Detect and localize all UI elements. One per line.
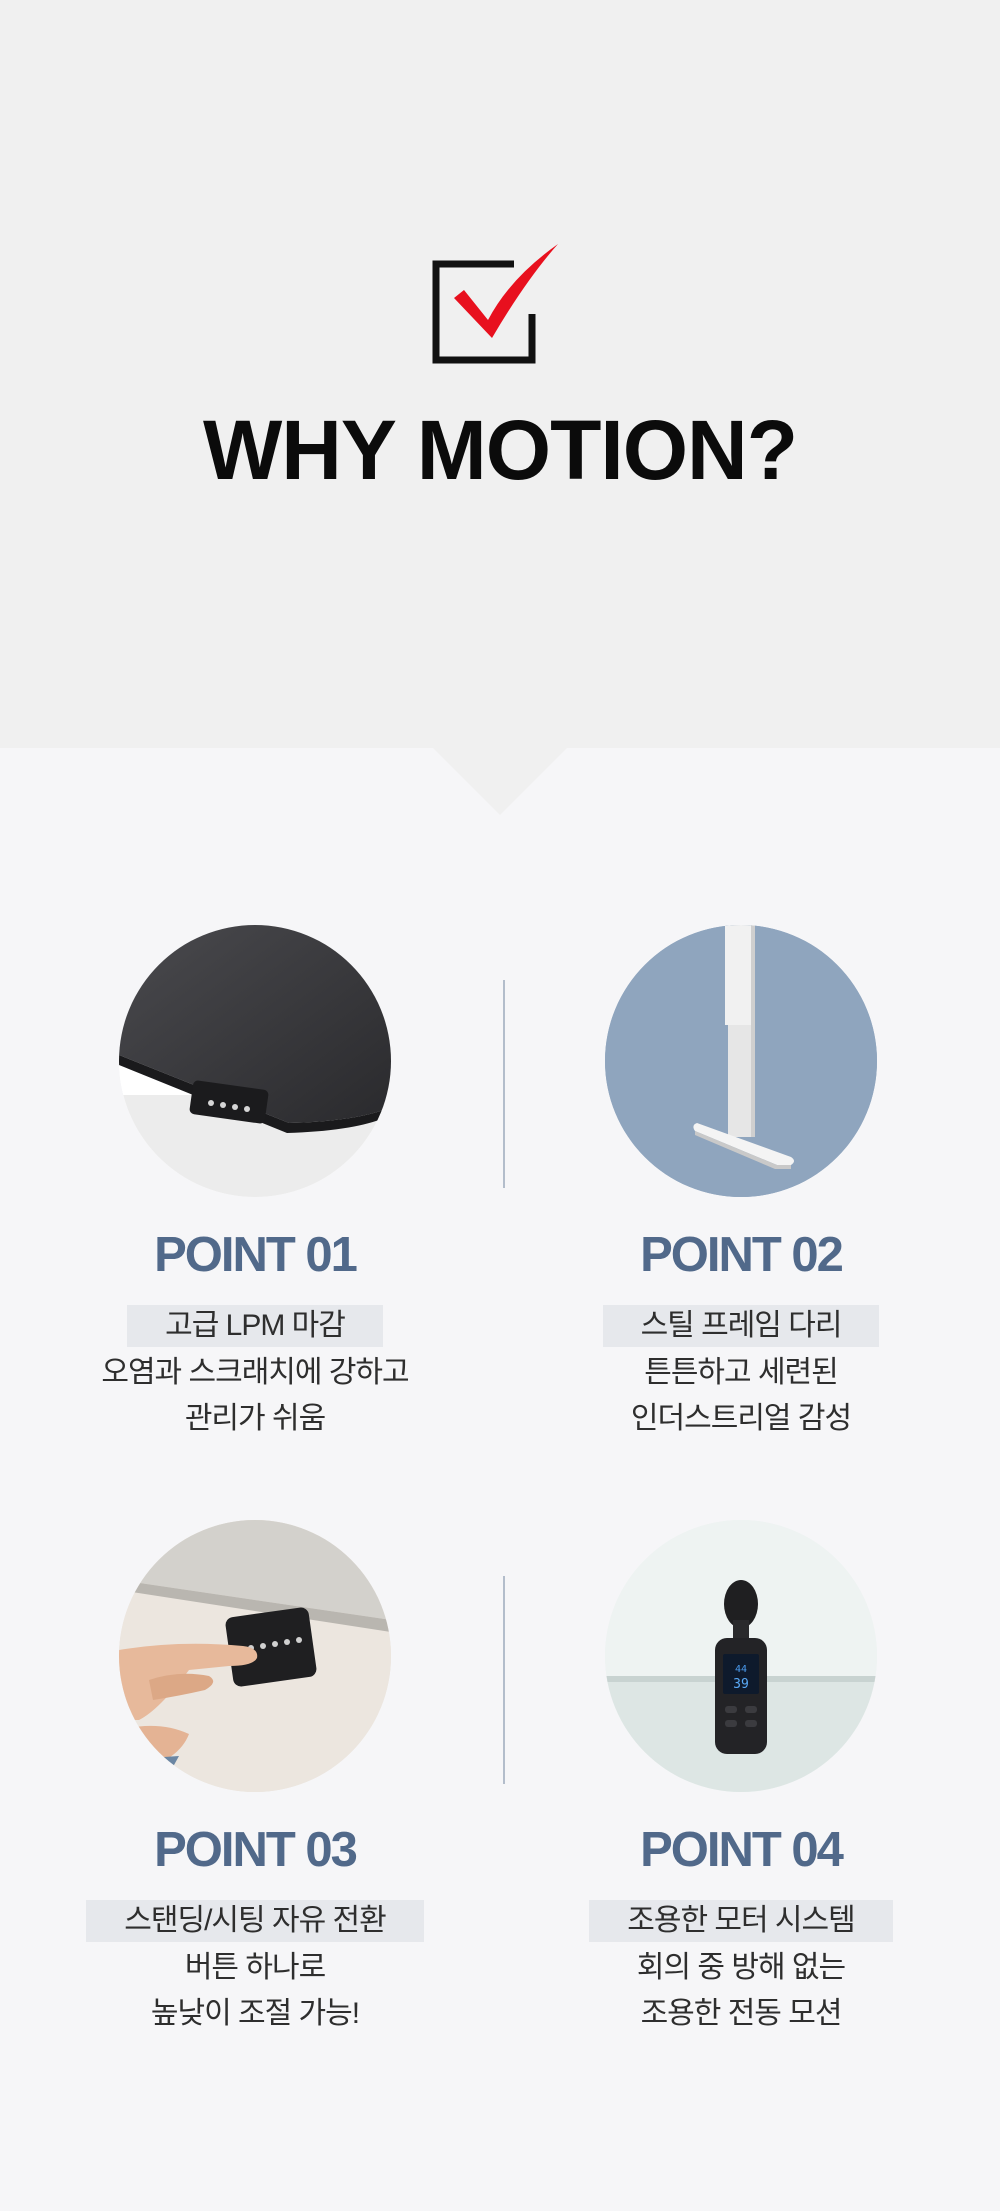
point-title: POINT 01 (154, 1228, 358, 1282)
point-title: POINT 04 (640, 1823, 844, 1877)
hero-section (0, 0, 1000, 748)
hero-notch-pointer (432, 747, 568, 815)
point-description-line-2: 관리가 쉬움 (184, 1402, 326, 1435)
steel-frame-image (605, 925, 877, 1197)
point-description-line-1: 회의 중 방해 없는 (636, 1951, 846, 1984)
point-description-line-1: 튼튼하고 세련된 (644, 1356, 839, 1389)
sound-meter-image: 44 39 (605, 1520, 877, 1792)
point-card-02: POINT 02 스틸 프레임 다리 튼튼하고 세련된 인더스트리얼 감성 (501, 925, 981, 1465)
point-card-04: 44 39 POINT 04 조용한 모터 시스템 회의 중 방해 없는 조용한… (501, 1520, 981, 2060)
point-title: POINT 02 (640, 1228, 844, 1282)
checkbox-check-icon (432, 244, 558, 364)
point-highlight: 조용한 모터 시스템 (589, 1900, 893, 1942)
point-title: POINT 03 (154, 1823, 358, 1877)
point-description-line-2: 조용한 전동 모션 (640, 1997, 843, 2030)
point-card-01: POINT 01 고급 LPM 마감 오염과 스크래치에 강하고 관리가 쉬움 (15, 925, 495, 1465)
page-title: WHY MOTION? (202, 403, 798, 497)
point-description-line-2: 높낮이 조절 가능! (150, 1997, 360, 2030)
height-controller-image (119, 1520, 391, 1792)
point-description-line-1: 오염과 스크래치에 강하고 (101, 1356, 409, 1389)
point-highlight: 스탠딩/시팅 자유 전환 (86, 1900, 424, 1942)
point-card-03: POINT 03 스탠딩/시팅 자유 전환 버튼 하나로 높낮이 조절 가능! (15, 1520, 495, 2060)
desk-top-image (119, 925, 391, 1197)
svg-text:44: 44 (735, 1664, 747, 1675)
point-highlight: 고급 LPM 마감 (127, 1305, 383, 1347)
point-description-line-1: 버튼 하나로 (184, 1951, 326, 1984)
point-highlight: 스틸 프레임 다리 (602, 1305, 880, 1347)
point-description-line-2: 인더스트리얼 감성 (630, 1402, 852, 1435)
svg-text:39: 39 (733, 1677, 749, 1692)
